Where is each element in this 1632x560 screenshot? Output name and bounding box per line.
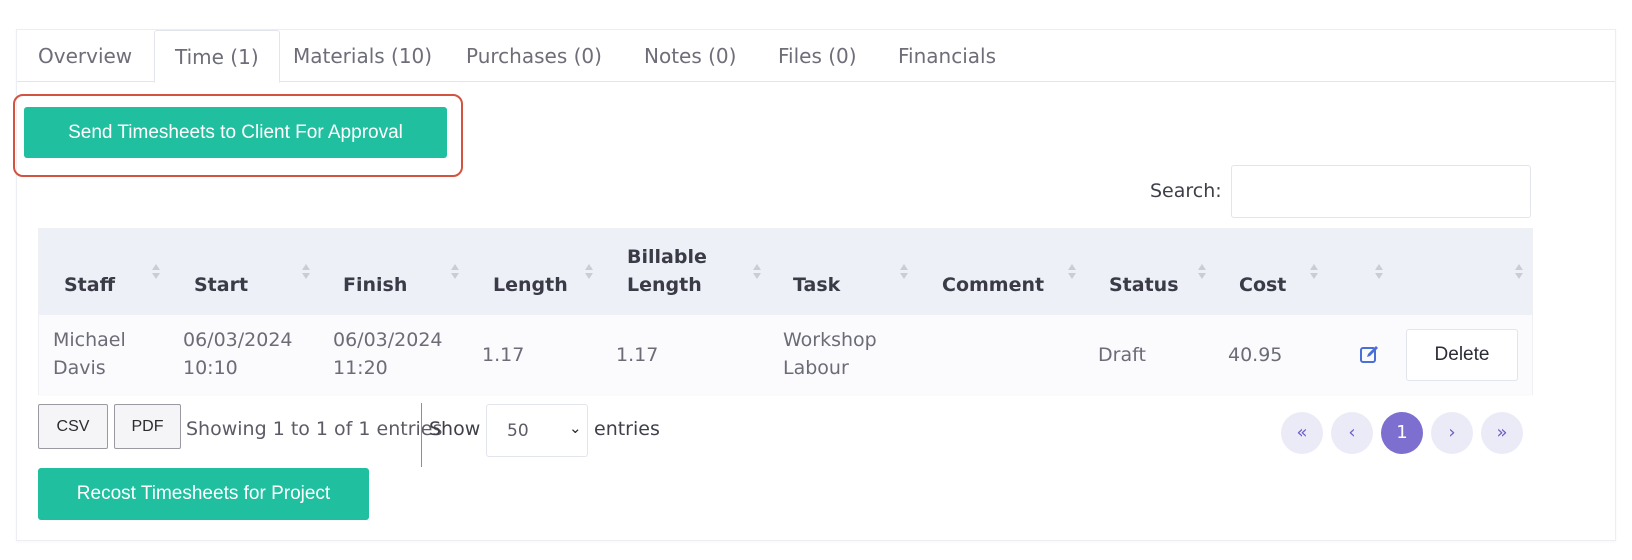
- search-label: Search:: [1150, 180, 1222, 202]
- billable-header-line2: Length: [627, 274, 702, 296]
- cell-staff: Michael Davis: [53, 329, 126, 379]
- column-header-task[interactable]: Task: [793, 271, 840, 299]
- column-header-status[interactable]: Status: [1109, 271, 1179, 299]
- tab-materials[interactable]: Materials (10): [293, 30, 432, 82]
- sort-icon[interactable]: [1374, 262, 1384, 284]
- cell-status: Draft: [1098, 344, 1146, 366]
- delete-button[interactable]: Delete: [1406, 329, 1518, 381]
- tab-notes[interactable]: Notes (0): [644, 30, 736, 82]
- column-header-billable-length[interactable]: Billable Length: [627, 243, 707, 299]
- cell-task: Workshop Labour: [783, 329, 877, 379]
- billable-header-line1: Billable: [627, 246, 707, 268]
- tab-overview[interactable]: Overview: [38, 30, 132, 82]
- sort-icon[interactable]: [1309, 262, 1319, 284]
- tab-financials[interactable]: Financials: [898, 30, 996, 82]
- cell-finish: 06/03/2024 11:20: [333, 329, 443, 379]
- recost-timesheets-button[interactable]: Recost Timesheets for Project: [38, 468, 369, 520]
- sort-icon[interactable]: [752, 262, 762, 284]
- table-row: Michael Davis 06/03/2024 10:10 06/03/202…: [39, 315, 1532, 396]
- table-header: Staff Start Finish Length Billable Lengt…: [39, 229, 1532, 315]
- page-size-value: 50: [507, 421, 529, 441]
- pdf-button[interactable]: PDF: [114, 404, 181, 449]
- sort-icon[interactable]: [584, 262, 594, 284]
- column-header-staff[interactable]: Staff: [64, 271, 115, 299]
- page-size-select[interactable]: 50 ⌄: [486, 404, 588, 457]
- cell-cost: 40.95: [1228, 344, 1283, 366]
- tab-time[interactable]: Time (1): [154, 30, 280, 83]
- cell-billable-length: 1.17: [616, 344, 659, 366]
- next-page-button[interactable]: ›: [1431, 412, 1473, 454]
- column-header-finish[interactable]: Finish: [343, 271, 407, 299]
- entries-label: entries: [594, 418, 660, 440]
- page-1-button[interactable]: 1: [1381, 412, 1423, 454]
- last-page-button[interactable]: »: [1481, 412, 1523, 454]
- prev-page-button[interactable]: ‹: [1331, 412, 1373, 454]
- search-input[interactable]: [1231, 165, 1531, 218]
- sort-icon[interactable]: [1197, 262, 1207, 284]
- edit-icon[interactable]: [1359, 343, 1381, 365]
- send-timesheets-button[interactable]: Send Timesheets to Client For Approval: [24, 107, 447, 158]
- sort-icon[interactable]: [151, 262, 161, 284]
- csv-button[interactable]: CSV: [38, 404, 108, 449]
- project-panel: Overview Time (1) Materials (10) Purchas…: [13, 29, 1616, 541]
- timesheet-table: Staff Start Finish Length Billable Lengt…: [38, 228, 1533, 396]
- divider: [421, 403, 422, 467]
- column-header-start[interactable]: Start: [194, 271, 248, 299]
- tab-bar: Overview Time (1) Materials (10) Purchas…: [17, 30, 1615, 83]
- sort-icon[interactable]: [301, 262, 311, 284]
- entries-info: Showing 1 to 1 of 1 entries: [186, 418, 443, 440]
- column-header-comment[interactable]: Comment: [942, 271, 1044, 299]
- sort-icon[interactable]: [1514, 262, 1524, 284]
- sort-icon[interactable]: [1067, 262, 1077, 284]
- sort-icon[interactable]: [450, 262, 460, 284]
- cell-start: 06/03/2024 10:10: [183, 329, 293, 379]
- tab-purchases[interactable]: Purchases (0): [466, 30, 602, 82]
- chevron-down-icon: ⌄: [569, 419, 582, 437]
- first-page-button[interactable]: «: [1281, 412, 1323, 454]
- column-header-cost[interactable]: Cost: [1239, 271, 1286, 299]
- tab-files[interactable]: Files (0): [778, 30, 857, 82]
- sort-icon[interactable]: [899, 262, 909, 284]
- show-label: Show: [429, 418, 481, 440]
- cell-length: 1.17: [482, 344, 525, 366]
- column-header-length[interactable]: Length: [493, 271, 568, 299]
